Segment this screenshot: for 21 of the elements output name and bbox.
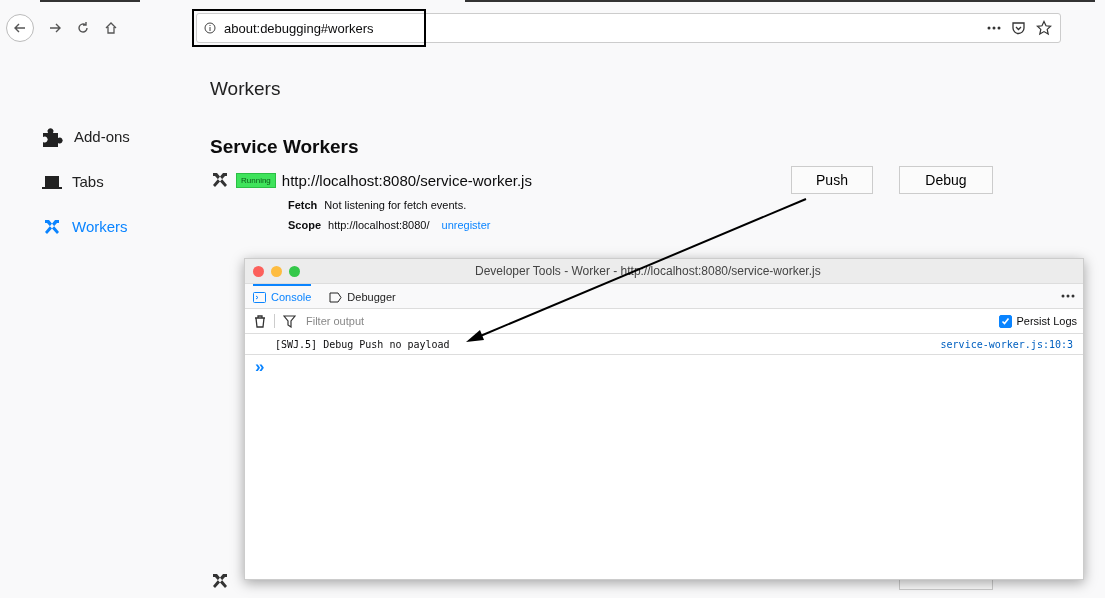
page-title: Workers	[210, 78, 282, 100]
console-message: [SWJ.5] Debug Push no payload	[275, 338, 450, 350]
sidebar-item[interactable]: Workers	[42, 204, 210, 249]
url-text: about:debugging#workers	[224, 20, 374, 36]
push-button[interactable]: Push	[791, 166, 873, 194]
source-link[interactable]: service-worker.js:10:3	[940, 338, 1073, 350]
field-value: http://localhost:8080/	[328, 218, 430, 233]
persist-logs-checkbox[interactable]: Persist Logs	[999, 314, 1077, 328]
sidebar-item[interactable]: Tabs	[42, 159, 210, 204]
devtools-tab[interactable]: Console	[253, 284, 312, 308]
status-badge: Running	[236, 172, 276, 188]
console-prompt[interactable]: »	[255, 357, 265, 376]
field-label: Scope	[288, 218, 321, 233]
field-value: Not listening for fetch events.	[324, 198, 467, 213]
sidebar-item[interactable]: Add-ons	[42, 114, 210, 159]
debug-button[interactable]: Debug	[899, 166, 993, 194]
worker-url: http://localhost:8080/service-worker.js	[281, 171, 532, 189]
field-label: Fetch	[288, 198, 318, 213]
section-title: Service Workers	[210, 136, 360, 158]
unregister-link[interactable]: unregister	[441, 217, 491, 234]
devtools-tab[interactable]: Debugger	[329, 284, 396, 308]
